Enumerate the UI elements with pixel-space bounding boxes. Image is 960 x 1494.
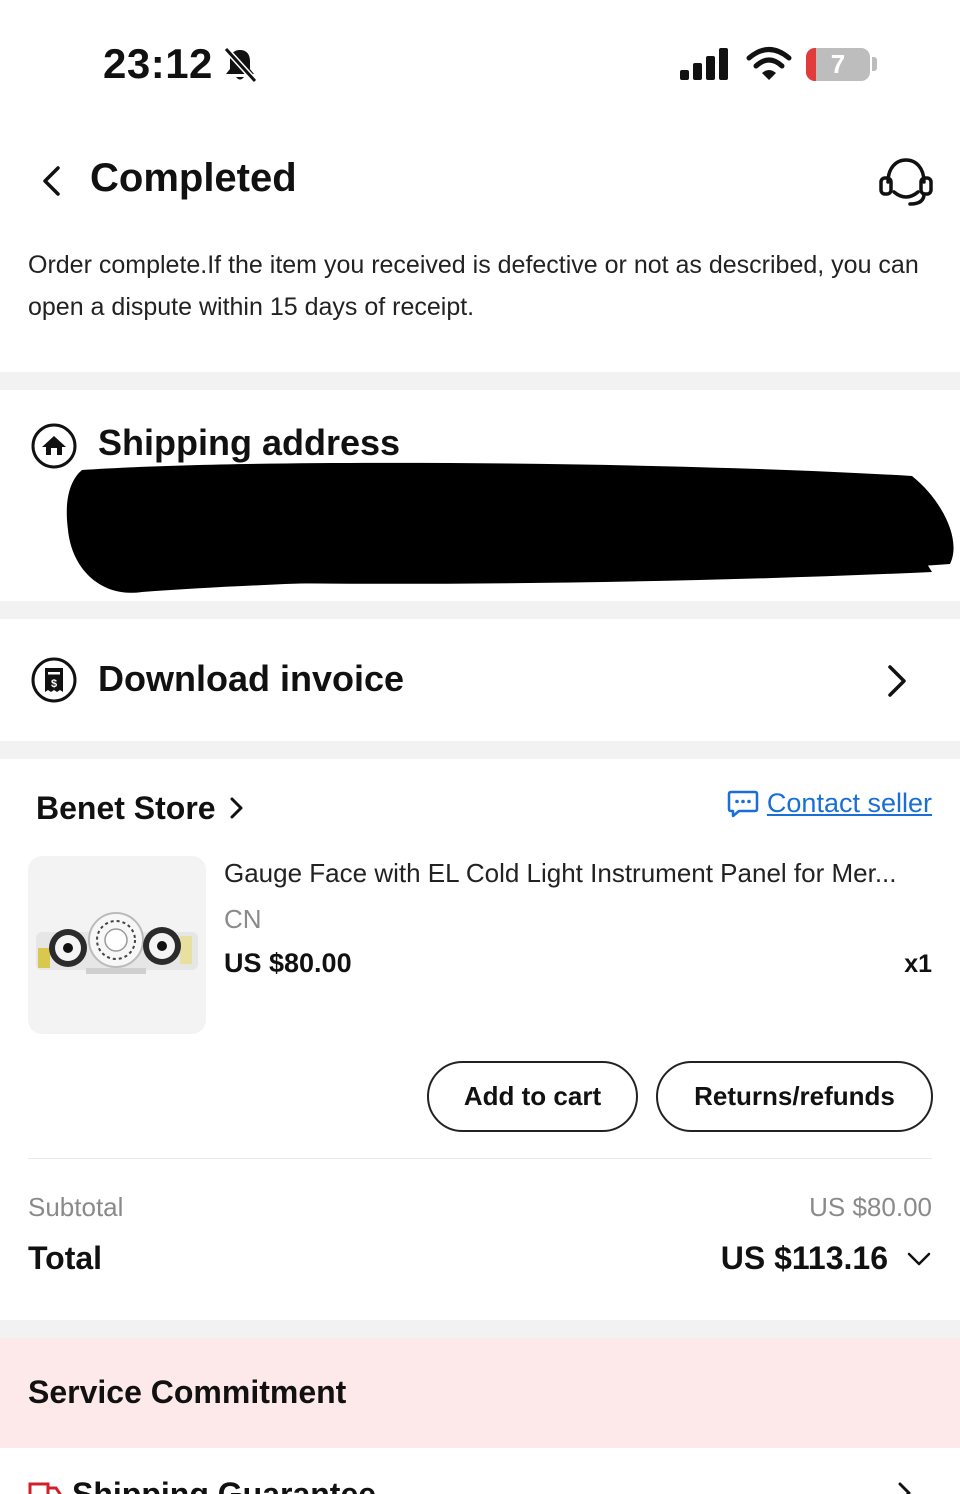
download-invoice-label: Download invoice xyxy=(98,658,405,699)
chat-icon xyxy=(727,790,759,817)
product-price: US $80.00 xyxy=(224,948,352,978)
page-header: Completed xyxy=(0,130,960,230)
battery-icon: 7 xyxy=(806,48,870,81)
cellular-signal-icon xyxy=(680,48,728,80)
battery-percent: 7 xyxy=(830,49,846,79)
service-commitment-section: Service Commitment xyxy=(0,1338,960,1448)
store-link[interactable]: Benet Store xyxy=(36,786,246,830)
section-divider xyxy=(0,601,960,619)
product-title[interactable]: Gauge Face with EL Cold Light Instrument… xyxy=(224,858,930,889)
section-divider xyxy=(0,741,960,759)
total-value: US $113.16 xyxy=(720,1240,888,1276)
download-invoice-row[interactable]: $ Download invoice xyxy=(0,620,960,740)
contact-seller-link[interactable]: Contact seller xyxy=(727,788,932,819)
shipping-guarantee-label: Shipping Guarantee xyxy=(72,1476,377,1494)
headset-icon[interactable] xyxy=(876,154,936,210)
battery-cap xyxy=(872,57,877,71)
bell-slash-icon xyxy=(223,46,258,84)
section-divider xyxy=(0,372,960,390)
summary-divider xyxy=(28,1158,932,1159)
store-name: Benet Store xyxy=(36,789,216,826)
status-time: 23:12 xyxy=(103,40,213,87)
svg-text:$: $ xyxy=(51,678,57,690)
address-redaction xyxy=(66,462,954,593)
total-toggle[interactable]: US $113.16 xyxy=(721,1240,932,1277)
contact-seller-label: Contact seller xyxy=(766,788,932,818)
service-commitment-title: Service Commitment xyxy=(28,1374,347,1410)
product-quantity: x1 xyxy=(904,950,932,978)
invoice-icon: $ xyxy=(31,657,77,703)
section-divider xyxy=(0,1320,960,1338)
order-complete-notice: Order complete.If the item you received … xyxy=(28,251,919,321)
product-thumbnail[interactable] xyxy=(28,856,206,1034)
status-bar: 23:12 7 xyxy=(0,0,960,120)
chevron-left-icon[interactable] xyxy=(38,164,66,198)
truck-icon xyxy=(28,1482,62,1494)
shipping-guarantee-row[interactable]: Shipping Guarantee xyxy=(0,1448,960,1494)
chevron-right-icon xyxy=(230,797,243,819)
shipping-address-title: Shipping address xyxy=(98,422,401,463)
subtotal-label: Subtotal xyxy=(28,1192,124,1222)
chevron-right-icon xyxy=(888,665,906,697)
chevron-down-icon xyxy=(907,1252,931,1265)
subtotal-value: US $80.00 xyxy=(809,1192,932,1222)
add-to-cart-button[interactable]: Add to cart xyxy=(427,1061,638,1132)
returns-refunds-button[interactable]: Returns/refunds xyxy=(656,1061,933,1132)
wifi-icon xyxy=(746,47,792,80)
chevron-right-icon xyxy=(898,1482,911,1494)
product-origin: CN xyxy=(224,904,262,934)
gauge-panel-image xyxy=(36,912,198,974)
page-title: Completed xyxy=(90,156,297,200)
total-label: Total xyxy=(28,1240,103,1276)
